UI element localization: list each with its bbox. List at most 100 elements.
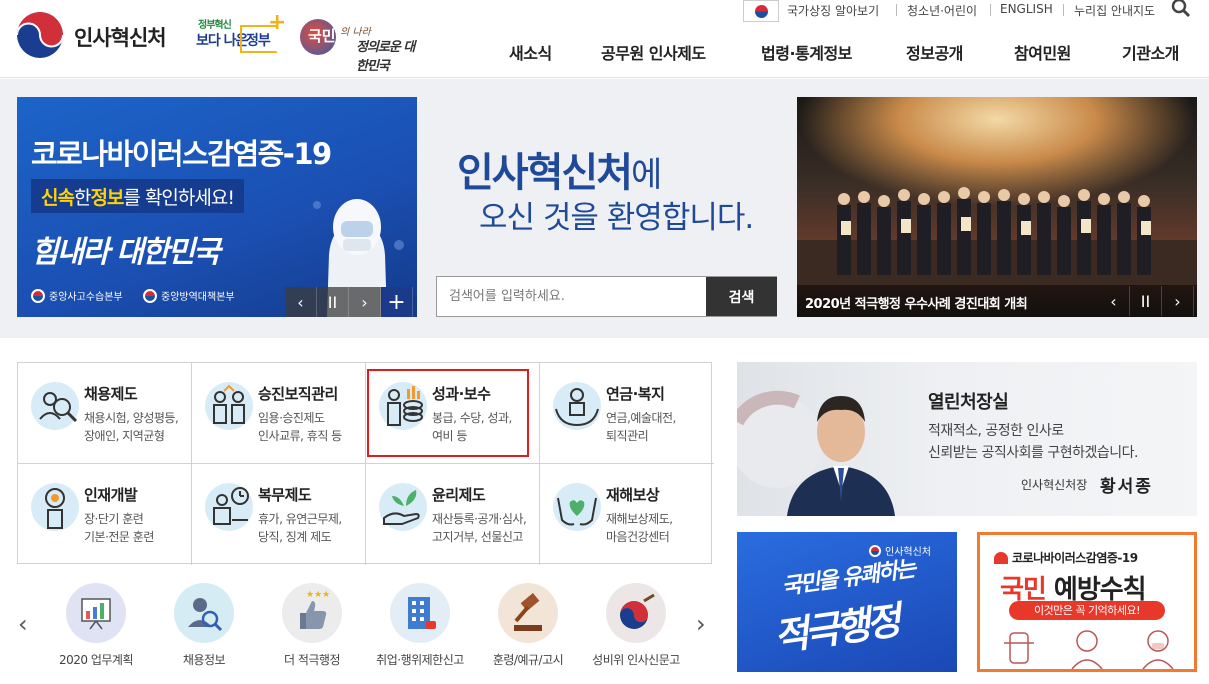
covid-banner[interactable]: 코로나바이러스감염증-19 신속 한 정보 를 확인하세요! 힘내라 대한민국 중앙… xyxy=(17,97,417,317)
photo-prev-button[interactable]: ‹ xyxy=(1098,286,1130,316)
quicklink-directives[interactable]: 훈령/예규/고시 xyxy=(473,583,583,673)
people-logo-main: 국민 xyxy=(308,27,336,45)
banner-prev-button[interactable]: ‹ xyxy=(285,287,317,317)
gnb-personnel-system[interactable]: 공무원 인사제도 xyxy=(601,40,706,64)
menu-title: 채용제도 xyxy=(84,385,138,403)
gnb-news[interactable]: 새소식 xyxy=(509,40,552,64)
menu-ethics[interactable]: 윤리제도 재산등록·공개·심사, 고지거부, 선물신고 xyxy=(366,464,540,565)
banner-more-button[interactable]: + xyxy=(381,287,413,317)
banner-next-button[interactable]: › xyxy=(349,287,381,317)
menu-talent-development[interactable]: 인재개발 장·단기 훈련 기본·전문 훈련 xyxy=(18,464,192,565)
active-banner-line2: 적극행정 xyxy=(770,597,900,660)
training-icon xyxy=(31,483,79,531)
menu-title: 인재개발 xyxy=(84,486,138,504)
national-flag-icon[interactable] xyxy=(743,0,779,22)
people-nation-logo[interactable]: 국민 의 나라 정의로운 대한민국 xyxy=(300,17,420,74)
active-banner-line1: 국민을 유쾌하는 xyxy=(780,555,916,601)
divider xyxy=(1063,4,1064,16)
util-link-youth[interactable]: 청소년·어린이 xyxy=(907,2,977,19)
covid-prevention-rules-banner[interactable]: 코로나바이러스감염증-19 국민 예방수칙 이것만은 꼭 기억하세요! xyxy=(977,532,1197,672)
quicklink-label: 성비위 인사신문고 xyxy=(592,653,680,667)
compensation-icon xyxy=(553,483,601,531)
menu-desc: 채용시험, 양성평등, 장애인, 지역균형 xyxy=(84,411,179,443)
quicklink-employment-report[interactable]: 취업·행위제한신고 xyxy=(365,583,475,673)
gnb-law-statistics[interactable]: 법령·통계정보 xyxy=(761,40,852,64)
quicklink-label: 2020 업무계획 xyxy=(58,653,134,667)
util-link-national-symbols[interactable]: 국가상징 알아보기 xyxy=(787,2,879,19)
quicklink-label: 더 적극행정 xyxy=(283,653,341,667)
ethics-icon xyxy=(379,483,427,531)
quicklinks-prev-button[interactable]: ‹ xyxy=(18,610,28,638)
menu-title: 승진보직관리 xyxy=(258,385,338,403)
menu-desc: 연금,예술대전, 퇴직관리 xyxy=(606,411,676,443)
site-logo-text[interactable]: 인사혁신처 xyxy=(74,22,167,52)
photo-pause-button[interactable]: II xyxy=(1130,286,1162,316)
quicklink-label: 채용정보 xyxy=(182,653,226,667)
minister-office-title: 열린처장실 xyxy=(928,392,1009,413)
menu-title: 복무제도 xyxy=(258,486,312,504)
minister-portrait xyxy=(737,390,895,516)
award-group-photo xyxy=(797,187,1197,285)
job-search-icon xyxy=(174,583,234,643)
minister-name: 황서종 xyxy=(1100,477,1153,497)
rules-banner-pill: 이것만은 꼭 기억하세요! xyxy=(1009,601,1165,620)
menu-title: 연금·복지 xyxy=(606,385,665,403)
government-emblem-icon[interactable] xyxy=(17,12,63,58)
menu-compensation[interactable]: 재해보상 재해보상제도, 마음건강센터 xyxy=(540,464,714,565)
policy-menu-grid: 채용제도 채용시험, 양성평등, 장애인, 지역균형 승진보직관리 임용·승진제도… xyxy=(17,362,714,565)
active-administration-banner[interactable]: 인사혁신처 국민을 유쾌하는 적극행정 xyxy=(737,532,957,672)
gnb-civil-participation[interactable]: 참여민원 xyxy=(1014,40,1071,64)
quicklink-misconduct-report[interactable]: 성비위 인사신문고 xyxy=(581,583,691,673)
divider xyxy=(896,4,897,16)
gnb-about[interactable]: 기관소개 xyxy=(1122,40,1179,64)
welcome-heading: 인사혁신처에 xyxy=(457,150,662,196)
menu-title: 재해보상 xyxy=(606,486,660,504)
covid-org-1: 중앙사고수습본부 xyxy=(31,288,123,303)
pension-icon xyxy=(553,382,601,430)
menu-desc: 임용·승진제도 인사교류, 휴직 등 xyxy=(258,411,342,443)
covid-banner-subtitle: 신속 한 정보 를 확인하세요! xyxy=(31,179,244,213)
gov-innov-bracket-text: 정부 xyxy=(246,33,271,49)
building-icon xyxy=(390,583,450,643)
menu-desc: 재해보상제도, 마음건강센터 xyxy=(606,512,673,544)
minister-message: 적재적소, 공정한 인사로 신뢰받는 공직사회를 구현하겠습니다. xyxy=(928,423,1138,461)
quicklink-job-info[interactable]: 채용정보 xyxy=(149,583,259,673)
menu-service-rules[interactable]: 복무제도 휴가, 유연근무제, 당직, 징계 제도 xyxy=(192,464,366,565)
covid-banner-controls: ‹ II › + xyxy=(285,287,413,317)
people-logo-line2: 정의로운 대한민국 xyxy=(356,40,415,74)
main-search-input[interactable] xyxy=(437,277,706,316)
photo-next-button[interactable]: › xyxy=(1162,286,1194,316)
minister-office-banner[interactable]: 열린처장실 적재적소, 공정한 인사로 신뢰받는 공직사회를 구현하겠습니다. 인… xyxy=(737,362,1197,516)
quicklink-work-plan[interactable]: 2020 업무계획 xyxy=(41,583,151,673)
covid-org-2: 중앙방역대책본부 xyxy=(143,288,235,303)
covid-banner-title: 코로나바이러스감염증-19 xyxy=(31,137,332,171)
menu-recruitment[interactable]: 채용제도 채용시험, 양성평등, 장애인, 지역균형 xyxy=(18,363,192,464)
quicklink-active-admin[interactable]: ★★★ 더 적극행정 xyxy=(257,583,367,673)
photo-banner-controls: ‹ II › xyxy=(1098,286,1194,316)
menu-title: 윤리제도 xyxy=(432,486,486,504)
minister-position: 인사혁신처장 xyxy=(1021,478,1088,492)
gov-innovation-logo[interactable]: 정부혁신 보다 나은 정부 + xyxy=(196,10,286,60)
quicklink-label: 취업·행위제한신고 xyxy=(376,653,464,667)
menu-desc: 재산등록·공개·심사, 고지거부, 선물신고 xyxy=(432,512,527,544)
menu-pension[interactable]: 연금·복지 연금,예술대전, 퇴직관리 xyxy=(540,363,714,464)
menu-desc: 장·단기 훈련 기본·전문 훈련 xyxy=(84,512,154,544)
svg-text:★★★: ★★★ xyxy=(306,590,330,600)
promotion-icon xyxy=(205,382,253,430)
util-link-english[interactable]: ENGLISH xyxy=(1000,2,1053,16)
drum-icon xyxy=(606,583,666,643)
recruit-icon xyxy=(31,382,79,430)
menu-desc: 휴가, 유연근무제, 당직, 징계 제도 xyxy=(258,512,342,544)
event-photo-banner[interactable]: 2020년 적극행정 우수사례 경진대회 개최 ‹ II › xyxy=(797,97,1197,317)
main-search-button[interactable]: 검색 xyxy=(706,277,777,316)
service-icon xyxy=(205,483,253,531)
thumbs-up-icon: ★★★ xyxy=(282,583,342,643)
search-icon[interactable] xyxy=(1171,0,1191,18)
hero-section: 코로나바이러스감염증-19 신속 한 정보 를 확인하세요! 힘내라 대한민국 중앙… xyxy=(0,79,1209,338)
menu-promotion[interactable]: 승진보직관리 임용·승진제도 인사교류, 휴직 등 xyxy=(192,363,366,464)
quicklinks-next-button[interactable]: › xyxy=(696,610,706,638)
banner-pause-button[interactable]: II xyxy=(317,287,349,317)
plus-icon: + xyxy=(268,10,287,35)
util-link-sitemap[interactable]: 누리집 안내지도 xyxy=(1074,2,1155,19)
gnb-information-disclosure[interactable]: 정보공개 xyxy=(906,40,963,64)
